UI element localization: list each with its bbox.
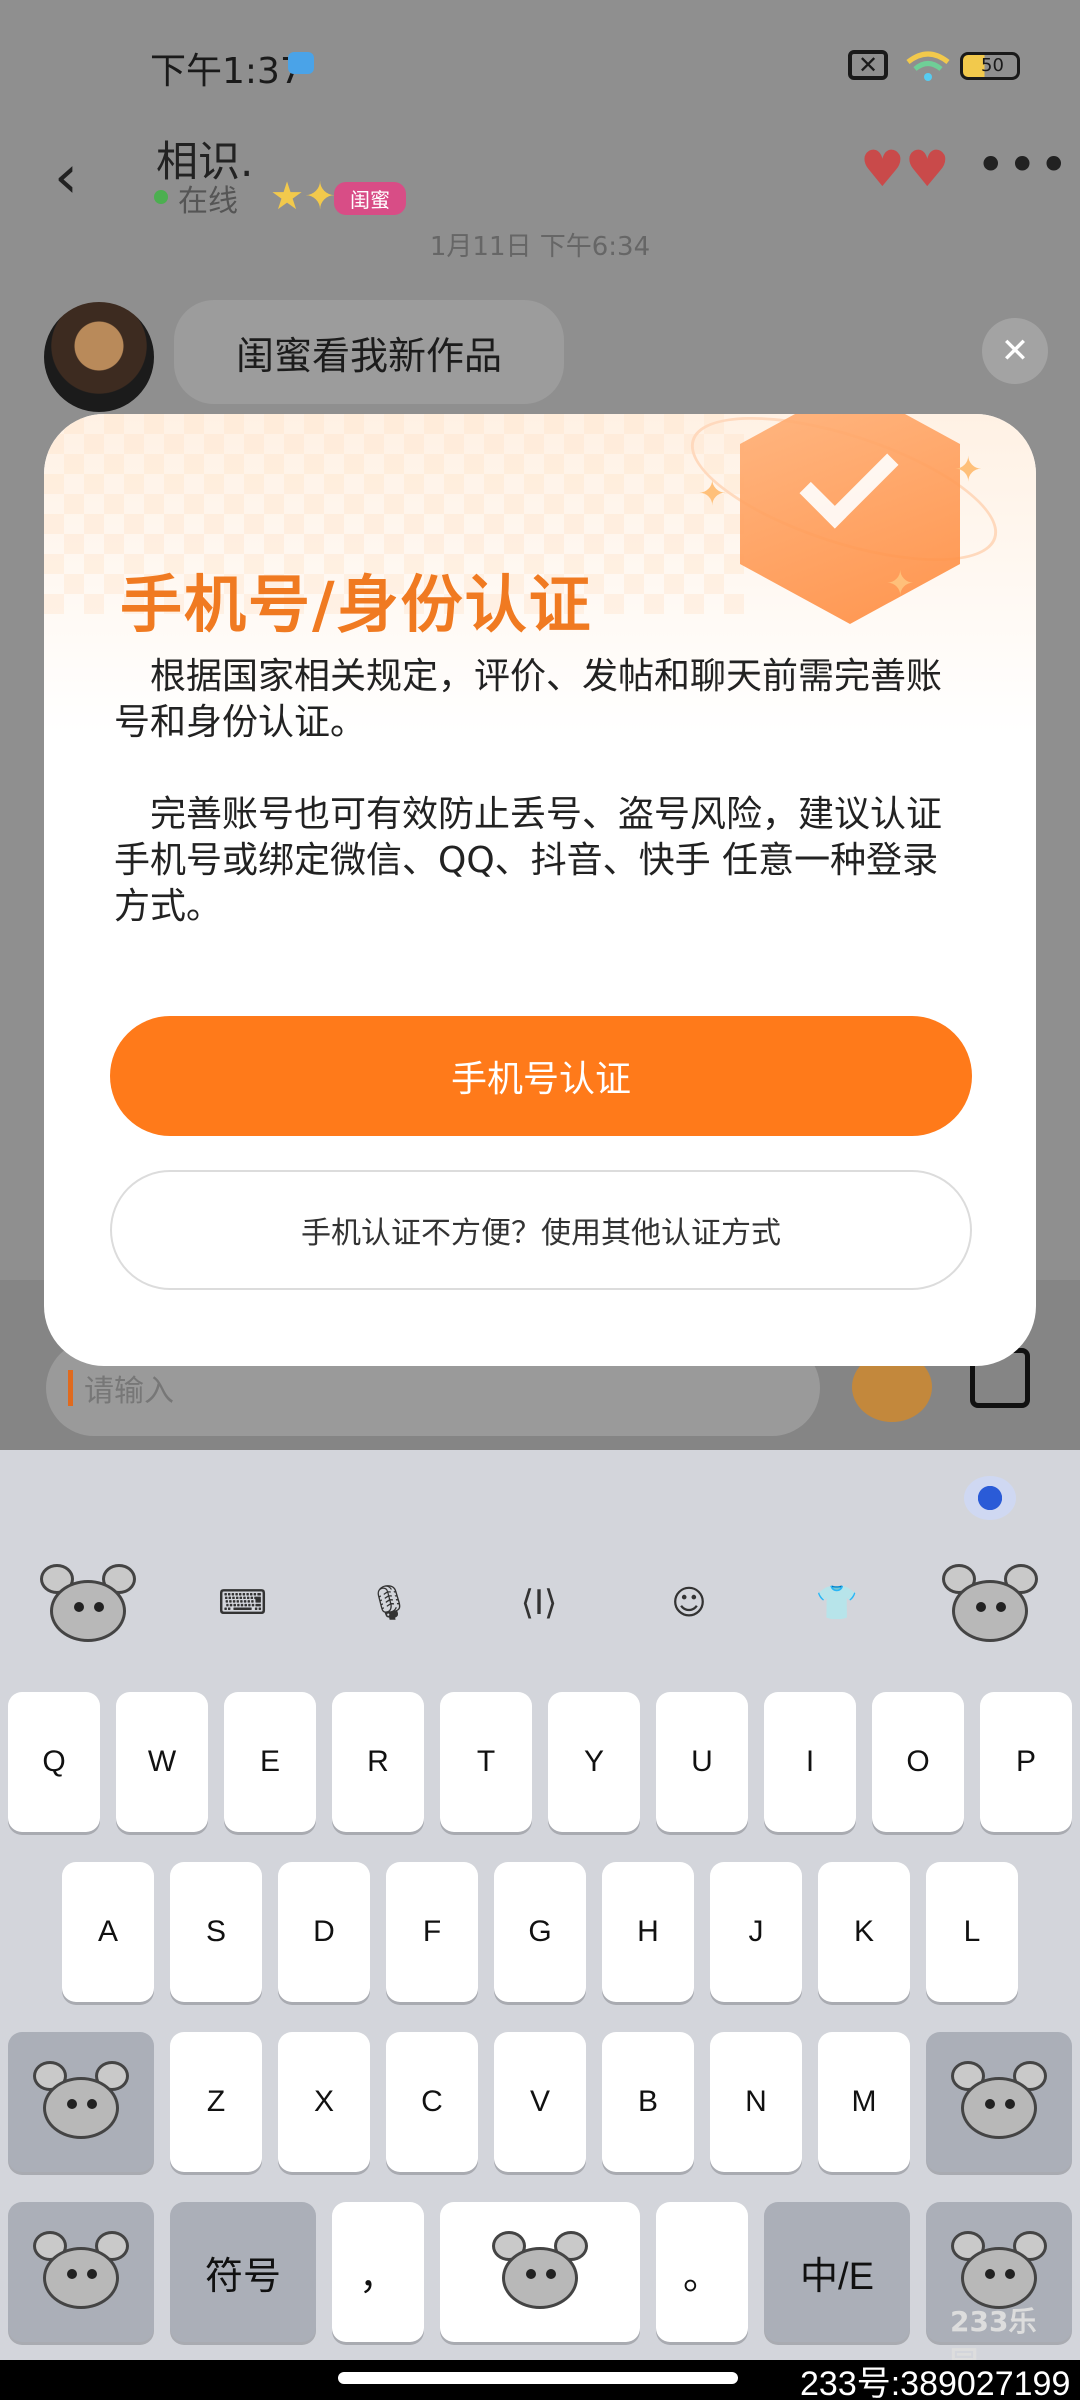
key-o[interactable]: O (872, 1692, 964, 1832)
sparkle-icon: ✦ (886, 564, 915, 604)
close-icon[interactable]: ✕ (982, 318, 1048, 384)
period-key[interactable]: 。 (656, 2202, 748, 2342)
key-r[interactable]: R (332, 1692, 424, 1832)
symbols-key[interactable]: 符号 (170, 2202, 316, 2342)
home-indicator[interactable] (338, 2372, 738, 2384)
key-z[interactable]: Z (170, 2032, 262, 2172)
key-a[interactable]: A (62, 1862, 154, 2002)
key-m[interactable]: M (818, 2032, 910, 2172)
shift-key[interactable] (8, 2032, 154, 2172)
footer-id: 233号:389027199 (800, 2365, 1071, 2400)
key-q[interactable]: Q (8, 1692, 100, 1832)
star-decoration-icon: ★✦ (270, 174, 336, 218)
key-s[interactable]: S (170, 1862, 262, 2002)
other-verify-button[interactable]: 手机认证不方便？使用其他认证方式 (110, 1170, 972, 1290)
text-cursor (68, 1370, 73, 1406)
language-switch-key[interactable]: 中/E (764, 2202, 910, 2342)
avatar[interactable] (44, 302, 154, 412)
key-p[interactable]: P (980, 1692, 1072, 1832)
menu-key[interactable] (8, 2202, 154, 2342)
microphone-icon[interactable]: 🎙 (366, 1580, 412, 1626)
status-time: 下午1:37 (150, 51, 303, 92)
relation-label: 闺蜜 (334, 182, 406, 215)
key-d[interactable]: D (278, 1862, 370, 2002)
phone-verify-button[interactable]: 手机号认证 (110, 1016, 972, 1136)
mouse-sticker-icon (951, 2057, 1047, 2147)
keyboard-indicator-icon (288, 52, 314, 74)
mouse-sticker-icon (33, 2057, 129, 2147)
wifi-icon (906, 51, 950, 81)
keyboard: ⌨ 🎙 ⟨I⟩ ☺ 👕 Q W E R T Y U I O P A S D F … (0, 1450, 1080, 2400)
dialog-title: 手机号/身份认证 (120, 568, 593, 641)
key-w[interactable]: W (116, 1692, 208, 1832)
message-bubble[interactable]: 闺蜜看我新作品 (174, 300, 564, 404)
skin-icon[interactable]: 👕 (814, 1580, 860, 1626)
watermark-logo: 233乐园 (950, 2305, 1037, 2378)
mouse-sticker-icon[interactable] (942, 1560, 1038, 1650)
dialog-paragraph-2: 完善账号也可有效防止丢号、盗号风险，建议认证手机号或绑定微信、QQ、抖音、快手 … (114, 794, 943, 927)
mouse-sticker-icon (492, 2227, 588, 2317)
online-status: 在线 (178, 184, 238, 219)
mouse-sticker-icon (33, 2227, 129, 2317)
dialog-body: 根据国家相关规定，评价、发帖和聊天前需完善账号和身份认证。 完善账号也可有效防止… (114, 654, 974, 976)
input-placeholder: 请输入 (84, 1374, 174, 1409)
sparkle-icon: ✦ (954, 450, 983, 490)
space-key[interactable] (440, 2202, 640, 2342)
mouse-sticker-icon[interactable] (40, 1560, 136, 1650)
battery-level: 50 (981, 55, 1004, 76)
chat-header: ‹ 相识. 在线 ★✦ 闺蜜 ♥♥ ••• (0, 110, 1080, 240)
key-u[interactable]: U (656, 1692, 748, 1832)
no-sim-icon: ✕ (848, 50, 888, 80)
key-g[interactable]: G (494, 1862, 586, 2002)
sparkle-icon: ✦ (698, 474, 727, 514)
ai-assistant-icon[interactable] (964, 1476, 1016, 1520)
battery-icon: 50 (960, 52, 1020, 80)
key-x[interactable]: X (278, 2032, 370, 2172)
verification-dialog: ✦ ✦ ✦ 手机号/身份认证 根据国家相关规定，评价、发帖和聊天前需完善账号和身… (44, 414, 1036, 1366)
hearts-icon[interactable]: ♥♥ (860, 140, 950, 198)
comma-key[interactable]: ， (332, 2202, 424, 2342)
key-n[interactable]: N (710, 2032, 802, 2172)
online-dot-icon (154, 190, 168, 204)
key-v[interactable]: V (494, 2032, 586, 2172)
key-l[interactable]: L (926, 1862, 1018, 2002)
more-icon[interactable]: ••• (976, 136, 1070, 194)
key-j[interactable]: J (710, 1862, 802, 2002)
cursor-move-icon[interactable]: ⟨I⟩ (516, 1580, 562, 1626)
key-t[interactable]: T (440, 1692, 532, 1832)
key-k[interactable]: K (818, 1862, 910, 2002)
backspace-key[interactable] (926, 2032, 1072, 2172)
key-y[interactable]: Y (548, 1692, 640, 1832)
key-c[interactable]: C (386, 2032, 478, 2172)
key-e[interactable]: E (224, 1692, 316, 1832)
dialog-paragraph-1: 根据国家相关规定，评价、发帖和聊天前需完善账号和身份认证。 (114, 656, 943, 743)
key-b[interactable]: B (602, 2032, 694, 2172)
back-icon[interactable]: ‹ (54, 142, 78, 212)
keyboard-switch-icon[interactable]: ⌨ (218, 1580, 267, 1626)
key-f[interactable]: F (386, 1862, 478, 2002)
emoji-icon[interactable]: ☺ (666, 1580, 712, 1626)
message-timestamp: 1月11日 下午6:34 (429, 232, 651, 262)
key-h[interactable]: H (602, 1862, 694, 2002)
key-i[interactable]: I (764, 1692, 856, 1832)
keyboard-toolbar: ⌨ 🎙 ⟨I⟩ ☺ 👕 (0, 1550, 1080, 1660)
